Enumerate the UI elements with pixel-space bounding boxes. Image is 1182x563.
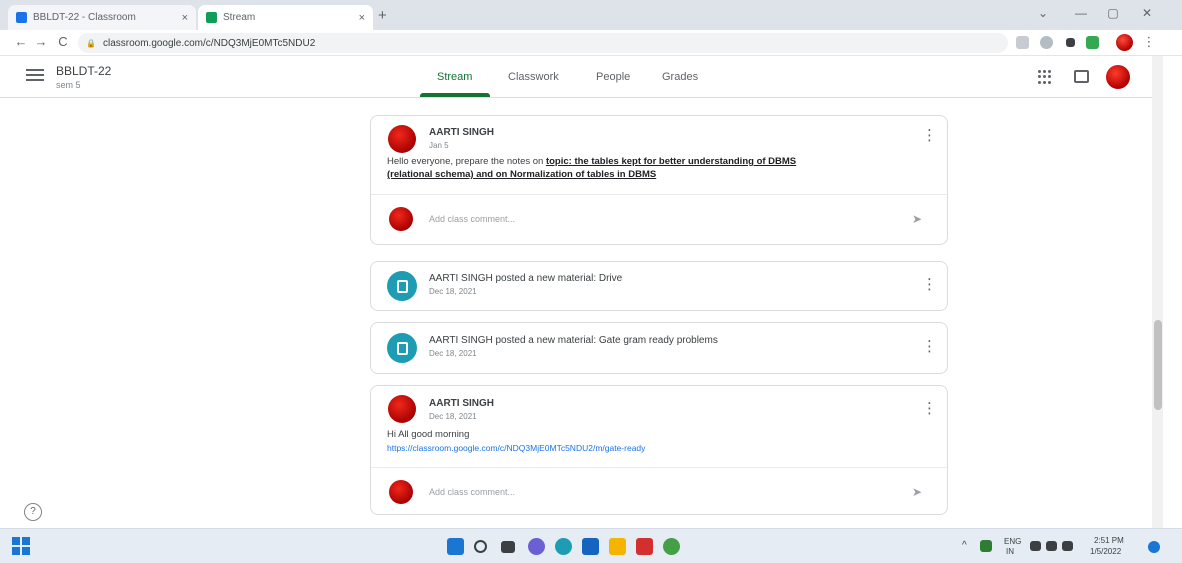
tray-app-icon[interactable]: [980, 540, 992, 552]
battery-icon[interactable]: [1062, 541, 1073, 551]
windows-start-icon[interactable]: [12, 537, 30, 555]
tab-search-icon[interactable]: ⌄: [1030, 6, 1056, 20]
lock-icon: 🔒: [86, 38, 96, 48]
material-title: AARTI SINGH posted a new material: Gate …: [429, 335, 718, 346]
browser-tab-stream[interactable]: Stream ×: [198, 5, 373, 30]
tab-grades[interactable]: Grades: [662, 71, 698, 83]
profile-avatar[interactable]: [1116, 34, 1133, 51]
browser-menu-icon[interactable]: ⋮: [1140, 34, 1158, 50]
scrollbar-thumb[interactable]: [1154, 320, 1162, 410]
post-body-emphasis: topic: the tables kept for better unders…: [545, 156, 797, 167]
class-section: sem 5: [56, 80, 81, 90]
forward-button[interactable]: →: [32, 34, 50, 49]
post-author: AARTI SINGH: [429, 127, 494, 138]
language-indicator[interactable]: ENG: [1004, 537, 1021, 546]
extension-icon[interactable]: [1066, 38, 1075, 47]
announcement-card: AARTI SINGH Jan 5 ⋮ Hello everyone, prep…: [370, 115, 948, 245]
close-tab-icon[interactable]: ×: [182, 12, 188, 24]
tab-classwork[interactable]: Classwork: [508, 71, 559, 83]
share-icon[interactable]: [1016, 36, 1029, 49]
more-options-icon[interactable]: ⋮: [922, 126, 937, 144]
material-card[interactable]: AARTI SINGH posted a new material: Drive…: [370, 261, 948, 311]
chrome-icon[interactable]: [663, 538, 680, 555]
post-body-emphasis: (relational schema) and on Normalization…: [387, 169, 657, 180]
tab-title: Stream: [223, 12, 256, 23]
post-body-text: Hello everyone, prepare the notes on: [387, 156, 546, 167]
classroom-favicon-icon: [206, 12, 217, 23]
author-avatar: [388, 125, 416, 153]
extension-icon[interactable]: [1086, 36, 1099, 49]
minimize-button[interactable]: —: [1068, 6, 1094, 20]
back-button[interactable]: ←: [12, 34, 30, 49]
material-title: AARTI SINGH posted a new material: Drive: [429, 273, 623, 284]
material-card[interactable]: AARTI SINGH posted a new material: Gate …: [370, 322, 948, 374]
chat-icon[interactable]: [528, 538, 545, 555]
tab-stream[interactable]: Stream: [437, 71, 472, 83]
class-comment-input[interactable]: Add class comment...: [429, 487, 515, 497]
region-indicator: IN: [1006, 547, 1014, 556]
browser-toolbar: ← → C 🔒 classroom.google.com/c/NDQ3MjE0M…: [0, 30, 1182, 56]
material-icon: [387, 271, 417, 301]
classroom-header: BBLDT-22 sem 5 Stream Classwork People G…: [0, 56, 1152, 98]
new-tab-button[interactable]: +: [378, 7, 387, 24]
close-window-button[interactable]: ✕: [1134, 6, 1160, 20]
taskbar: ^ ENG IN 2:51 PM 1/5/2022: [0, 528, 1182, 563]
browser-tab-classroom[interactable]: BBLDT-22 - Classroom ×: [8, 5, 196, 30]
url-text: classroom.google.com/c/NDQ3MjE0MTc5NDU2: [102, 37, 316, 49]
active-tab-indicator: [420, 93, 490, 97]
task-view-icon[interactable]: [501, 541, 515, 553]
more-options-icon[interactable]: ⋮: [922, 337, 937, 355]
class-comment-input[interactable]: Add class comment...: [429, 214, 515, 224]
send-icon[interactable]: ➤: [912, 485, 922, 499]
post-date: Jan 5: [429, 141, 449, 150]
volume-icon[interactable]: [1046, 541, 1057, 551]
stream-feed: AARTI SINGH Jan 5 ⋮ Hello everyone, prep…: [0, 98, 1150, 528]
more-options-icon[interactable]: ⋮: [922, 275, 937, 293]
maximize-button[interactable]: ▢: [1100, 6, 1126, 20]
star-icon[interactable]: [1040, 36, 1053, 49]
clock-date: 1/5/2022: [1090, 547, 1122, 556]
browser-tab-strip: BBLDT-22 - Classroom × Stream × + ⌄ — ▢ …: [0, 0, 1182, 30]
classroom-favicon-icon: [16, 12, 27, 23]
google-apps-icon[interactable]: [1038, 70, 1052, 84]
notification-icon[interactable]: [1148, 541, 1160, 553]
reload-button[interactable]: C: [54, 34, 72, 49]
tab-people[interactable]: People: [596, 71, 630, 83]
address-bar[interactable]: 🔒 classroom.google.com/c/NDQ3MjE0MTc5NDU…: [78, 33, 1008, 53]
file-explorer-icon[interactable]: [609, 538, 626, 555]
commenter-avatar: [389, 480, 413, 504]
post-date: Dec 18, 2021: [429, 412, 477, 421]
class-title[interactable]: BBLDT-22: [56, 64, 111, 78]
material-icon: [387, 333, 417, 363]
help-icon[interactable]: ?: [24, 503, 42, 521]
announcement-card: AARTI SINGH Dec 18, 2021 ⋮ Hi All good m…: [370, 385, 948, 515]
clock-time[interactable]: 2:51 PM: [1094, 536, 1124, 545]
account-avatar[interactable]: [1106, 65, 1130, 89]
edge-browser-icon[interactable]: [555, 538, 572, 555]
post-author: AARTI SINGH: [429, 398, 494, 409]
search-icon[interactable]: [474, 540, 487, 553]
post-link[interactable]: https://classroom.google.com/c/NDQ3MjE0M…: [387, 443, 645, 453]
author-avatar: [388, 395, 416, 423]
more-options-icon[interactable]: ⋮: [922, 399, 937, 417]
store-icon[interactable]: [582, 538, 599, 555]
scrollbar-track[interactable]: [1152, 56, 1163, 528]
post-body: Hello everyone, prepare the notes on top…: [387, 156, 796, 167]
divider: [371, 467, 947, 468]
post-date: Dec 18, 2021: [429, 349, 477, 358]
todo-icon[interactable]: [1074, 70, 1089, 83]
post-body-text: Hi All good morning: [387, 429, 470, 440]
start-menu-icon[interactable]: [447, 538, 464, 555]
send-icon[interactable]: ➤: [912, 212, 922, 226]
close-tab-icon[interactable]: ×: [359, 12, 365, 24]
post-date: Dec 18, 2021: [429, 287, 477, 296]
tray-overflow-icon[interactable]: ^: [962, 540, 967, 551]
wifi-icon[interactable]: [1030, 541, 1041, 551]
divider: [371, 194, 947, 195]
tab-title: BBLDT-22 - Classroom: [33, 12, 136, 23]
hamburger-menu-icon[interactable]: [26, 69, 44, 83]
app-icon[interactable]: [636, 538, 653, 555]
commenter-avatar: [389, 207, 413, 231]
